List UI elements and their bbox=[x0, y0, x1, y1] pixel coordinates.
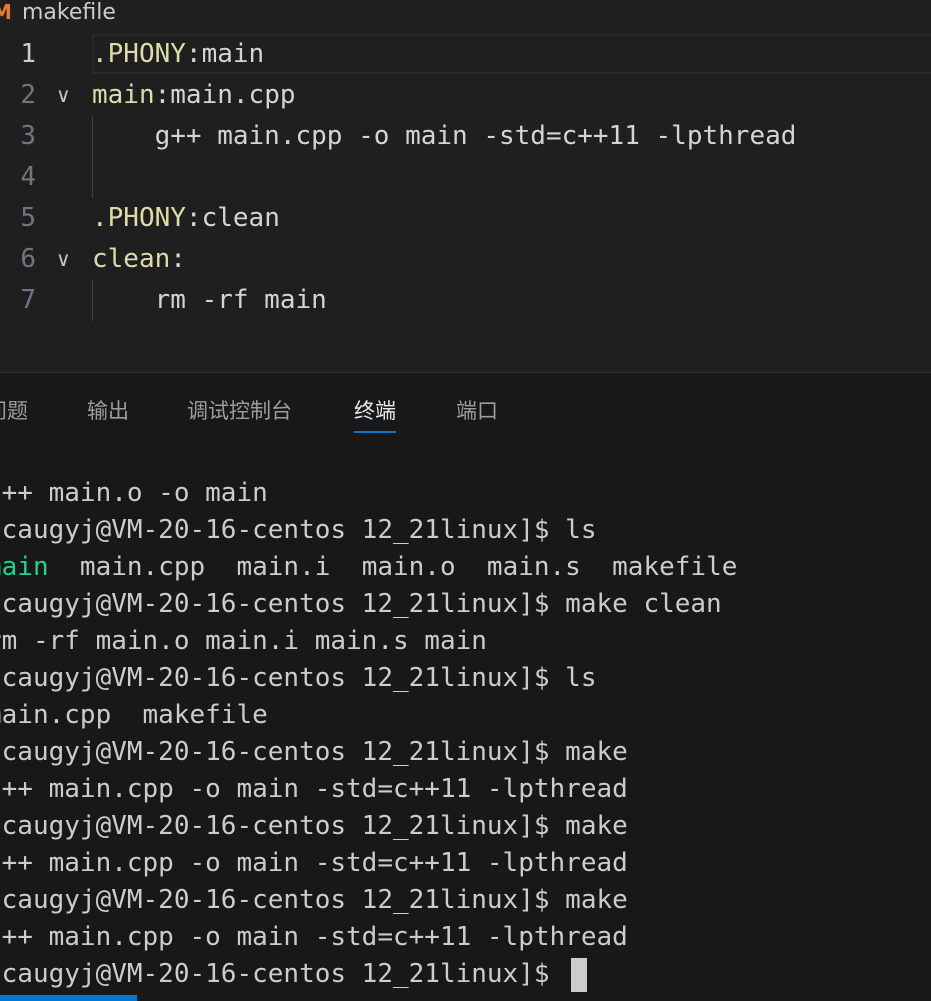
code-text: clean: bbox=[92, 239, 186, 280]
status-bar-accent bbox=[0, 995, 137, 1001]
code-text: g++ main.cpp -o main -std=c++11 -lpthrea… bbox=[92, 116, 797, 157]
terminal-text: [caugyj@VM-20-16-centos 12_21linux]$ mak… bbox=[0, 885, 628, 915]
code-token: g++ main.cpp -o main -std=c++11 -lpthrea… bbox=[92, 121, 797, 151]
terminal-line: [caugyj@VM-20-16-centos 12_21linux]$ mak… bbox=[0, 734, 931, 771]
terminal-output[interactable]: g++ main.o -o main [caugyj@VM-20-16-cento… bbox=[0, 475, 931, 993]
terminal-text: [caugyj@VM-20-16-centos 12_21linux]$ mak… bbox=[0, 737, 628, 767]
terminal-line: [caugyj@VM-20-16-centos 12_21linux]$ mak… bbox=[0, 586, 931, 623]
makefile-icon: M bbox=[0, 0, 12, 24]
terminal-line: [caugyj@VM-20-16-centos 12_21linux]$ mak… bbox=[0, 882, 931, 919]
code-token: rm -rf main bbox=[92, 285, 327, 315]
terminal-text: [caugyj@VM-20-16-centos 12_21linux]$ mak… bbox=[0, 811, 628, 841]
tab-debug-console[interactable]: 调试控制台 bbox=[187, 395, 292, 431]
terminal-text: [caugyj@VM-20-16-centos 12_21linux]$ bbox=[0, 959, 566, 989]
editor-tab-label: makefile bbox=[22, 0, 116, 25]
bottom-panel: 问题 输出 调试控制台 终端 端口 g++ main.o -o main [cau… bbox=[0, 372, 931, 1001]
code-line[interactable]: 7 rm -rf main bbox=[0, 280, 931, 321]
code-line[interactable]: 4 bbox=[0, 157, 931, 198]
code-line[interactable]: 5 .PHONY:clean bbox=[0, 198, 931, 239]
terminal-text: g++ main.cpp -o main -std=c++11 -lpthrea… bbox=[0, 848, 628, 878]
terminal-text: g++ main.cpp -o main -std=c++11 -lpthrea… bbox=[0, 922, 628, 952]
line-number: 6 bbox=[20, 244, 36, 274]
terminal-text: g++ main.o -o main bbox=[0, 478, 268, 508]
file-list: main.cpp main.i main.o main.s makefile bbox=[48, 552, 738, 582]
fold-chevron-icon[interactable]: ∨ bbox=[56, 239, 71, 280]
fold-chevron-icon[interactable]: ∨ bbox=[56, 75, 71, 116]
panel-tab-bar: 问题 输出 调试控制台 终端 端口 bbox=[0, 373, 931, 449]
code-editor[interactable]: M makefile 1 .PHONY: main 2 ∨ main:main.cpp 3 … bbox=[0, 0, 931, 372]
terminal-line: [caugyj@VM-20-16-centos 12_21linux]$ ls bbox=[0, 660, 931, 697]
code-token: : bbox=[170, 244, 186, 274]
line-number: 1 bbox=[20, 39, 36, 69]
code-line[interactable]: 3 g++ main.cpp -o main -std=c++11 -lpthr… bbox=[0, 116, 931, 157]
terminal-line: g++ main.cpp -o main -std=c++11 -lpthrea… bbox=[0, 919, 931, 956]
editor-tab[interactable]: M makefile bbox=[0, 0, 116, 28]
terminal-line: [caugyj@VM-20-16-centos 12_21linux]$ bbox=[0, 956, 931, 993]
code-line[interactable]: 2 ∨ main:main.cpp bbox=[0, 75, 931, 116]
line-number: 5 bbox=[20, 203, 36, 233]
code-token: :main.cpp bbox=[154, 80, 296, 110]
terminal-text: rm -rf main.o main.i main.s main bbox=[0, 626, 487, 656]
code-line[interactable]: 6 ∨ clean: bbox=[0, 239, 931, 280]
current-line-highlight bbox=[92, 34, 931, 74]
terminal-text: [caugyj@VM-20-16-centos 12_21linux]$ ls bbox=[0, 515, 597, 545]
line-number: 3 bbox=[20, 121, 36, 151]
make-target-token: .PHONY bbox=[92, 203, 186, 233]
terminal-line: main.cpp makefile bbox=[0, 697, 931, 734]
tab-problems[interactable]: 问题 bbox=[0, 395, 28, 431]
line-number: 7 bbox=[20, 285, 36, 315]
terminal-line: g++ main.o -o main bbox=[0, 475, 931, 512]
terminal-line: [caugyj@VM-20-16-centos 12_21linux]$ mak… bbox=[0, 808, 931, 845]
tab-output[interactable]: 输出 bbox=[87, 395, 129, 431]
code-token: :clean bbox=[185, 203, 280, 233]
terminal-line: g++ main.cpp -o main -std=c++11 -lpthrea… bbox=[0, 845, 931, 882]
make-target-token: main bbox=[92, 80, 155, 110]
terminal-line: [caugyj@VM-20-16-centos 12_21linux]$ ls bbox=[0, 512, 931, 549]
terminal-text: g++ main.cpp -o main -std=c++11 -lpthrea… bbox=[0, 774, 628, 804]
code-text: .PHONY:clean bbox=[92, 198, 280, 239]
code-text: main:main.cpp bbox=[92, 75, 296, 116]
terminal-line: rm -rf main.o main.i main.s main bbox=[0, 623, 931, 660]
line-number: 4 bbox=[20, 162, 36, 192]
terminal-line: main main.cpp main.i main.o main.s makef… bbox=[0, 549, 931, 586]
terminal-text: [caugyj@VM-20-16-centos 12_21linux]$ mak… bbox=[0, 589, 722, 619]
make-target-token: clean bbox=[92, 244, 171, 274]
terminal-text: main.cpp makefile bbox=[0, 700, 268, 730]
line-number: 2 bbox=[20, 80, 36, 110]
terminal-line: g++ main.cpp -o main -std=c++11 -lpthrea… bbox=[0, 771, 931, 808]
terminal-cursor bbox=[571, 957, 588, 992]
code-text: rm -rf main bbox=[92, 280, 327, 321]
tab-terminal[interactable]: 终端 bbox=[354, 395, 396, 433]
executable-file: main bbox=[0, 552, 49, 582]
terminal-text: [caugyj@VM-20-16-centos 12_21linux]$ ls bbox=[0, 663, 597, 693]
tab-ports[interactable]: 端口 bbox=[456, 395, 498, 431]
